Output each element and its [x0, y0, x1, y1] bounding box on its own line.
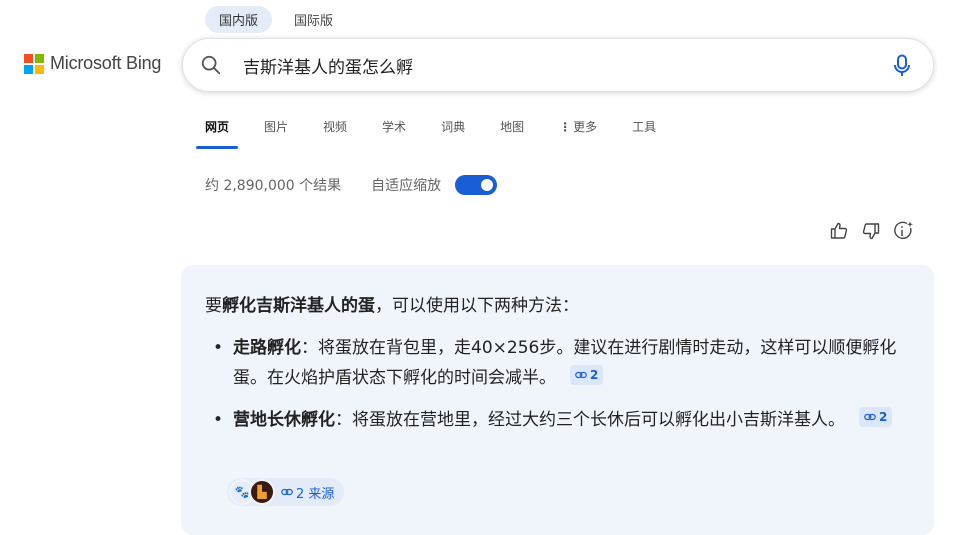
answer-intro: 要孵化吉斯洋基人的蛋，可以使用以下两种方法：: [205, 291, 579, 316]
feedback-bar: [828, 220, 914, 242]
result-count: 约 2,890,000 个结果: [205, 178, 342, 194]
bullet-text: ：将蛋放在营地里，经过大约三个长休后可以孵化出小吉斯洋基人。: [335, 410, 845, 430]
search-box: [182, 38, 934, 92]
tab-more[interactable]: ⋮ 更多: [550, 116, 606, 148]
tab-dictionary[interactable]: 词典: [432, 116, 474, 148]
intro-prefix: 要: [205, 296, 222, 316]
thumbs-down-icon[interactable]: [860, 220, 882, 242]
sources-count: 2 来源: [296, 486, 335, 502]
answer-list: 走路孵化：将蛋放在背包里，走40×256步。建议在进行剧情时走动，这样可以顺便孵…: [205, 333, 905, 447]
tab-academic[interactable]: 学术: [373, 116, 415, 148]
search-icon[interactable]: [199, 53, 223, 77]
bullet-title: 营地长休孵化: [233, 410, 335, 430]
intro-bold: 孵化吉斯洋基人的蛋: [222, 296, 375, 316]
microsoft-logo-icon: [24, 53, 44, 74]
region-tab-domestic[interactable]: 国内版: [205, 6, 273, 33]
bing-logo[interactable]: Microsoft Bing: [24, 53, 161, 74]
info-sparkle-icon[interactable]: [892, 220, 914, 242]
citation-badge[interactable]: 2: [859, 407, 893, 427]
intro-suffix: ，可以使用以下两种方法：: [375, 296, 579, 316]
more-dots-icon: ⋮: [559, 120, 572, 134]
list-item: 营地长休孵化：将蛋放在营地里，经过大约三个长休后可以孵化出小吉斯洋基人。 2: [205, 405, 905, 435]
search-input[interactable]: [241, 54, 845, 76]
search-nav: 网页 图片 视频 学术 词典 地图 ⋮ 更多 工具: [196, 116, 682, 149]
adaptive-zoom-toggle[interactable]: [455, 175, 498, 195]
bullet-text: ：将蛋放在背包里，走40×256步。建议在进行剧情时走动，这样可以顺便孵化蛋。在…: [233, 338, 897, 388]
sources-label: 2 来源: [281, 483, 334, 502]
sources-button[interactable]: 🐾 ▙ 2 来源: [227, 478, 345, 506]
link-icon: [281, 488, 293, 496]
citation-badge[interactable]: 2: [570, 365, 604, 385]
tab-videos[interactable]: 视频: [314, 116, 356, 148]
logo-text: Microsoft Bing: [50, 53, 162, 73]
link-icon: [864, 413, 876, 421]
bullet-title: 走路孵化: [233, 338, 301, 358]
tab-maps[interactable]: 地图: [491, 116, 533, 148]
region-tab-international[interactable]: 国际版: [280, 6, 347, 33]
list-item: 走路孵化：将蛋放在背包里，走40×256步。建议在进行剧情时走动，这样可以顺便孵…: [205, 333, 905, 393]
tab-tools[interactable]: 工具: [623, 116, 665, 148]
results-info: 约 2,890,000 个结果 自适应缩放: [205, 175, 498, 195]
region-tabs: 国内版 国际版: [205, 6, 347, 33]
citation-count: 2: [590, 368, 599, 382]
citation-count: 2: [879, 410, 888, 424]
answer-card: 要孵化吉斯洋基人的蛋，可以使用以下两种方法： 走路孵化：将蛋放在背包里，走40×…: [181, 265, 934, 535]
tab-web[interactable]: 网页: [196, 116, 239, 149]
thumbs-up-icon[interactable]: [828, 220, 850, 242]
tab-more-label: 更多: [573, 120, 598, 134]
microphone-icon[interactable]: [891, 54, 913, 78]
source-avatar-icon: ▙: [249, 479, 275, 505]
toggle-knob: [481, 179, 494, 191]
tab-images[interactable]: 图片: [255, 116, 297, 148]
link-icon: [575, 371, 587, 379]
adaptive-zoom-label: 自适应缩放: [371, 178, 442, 194]
